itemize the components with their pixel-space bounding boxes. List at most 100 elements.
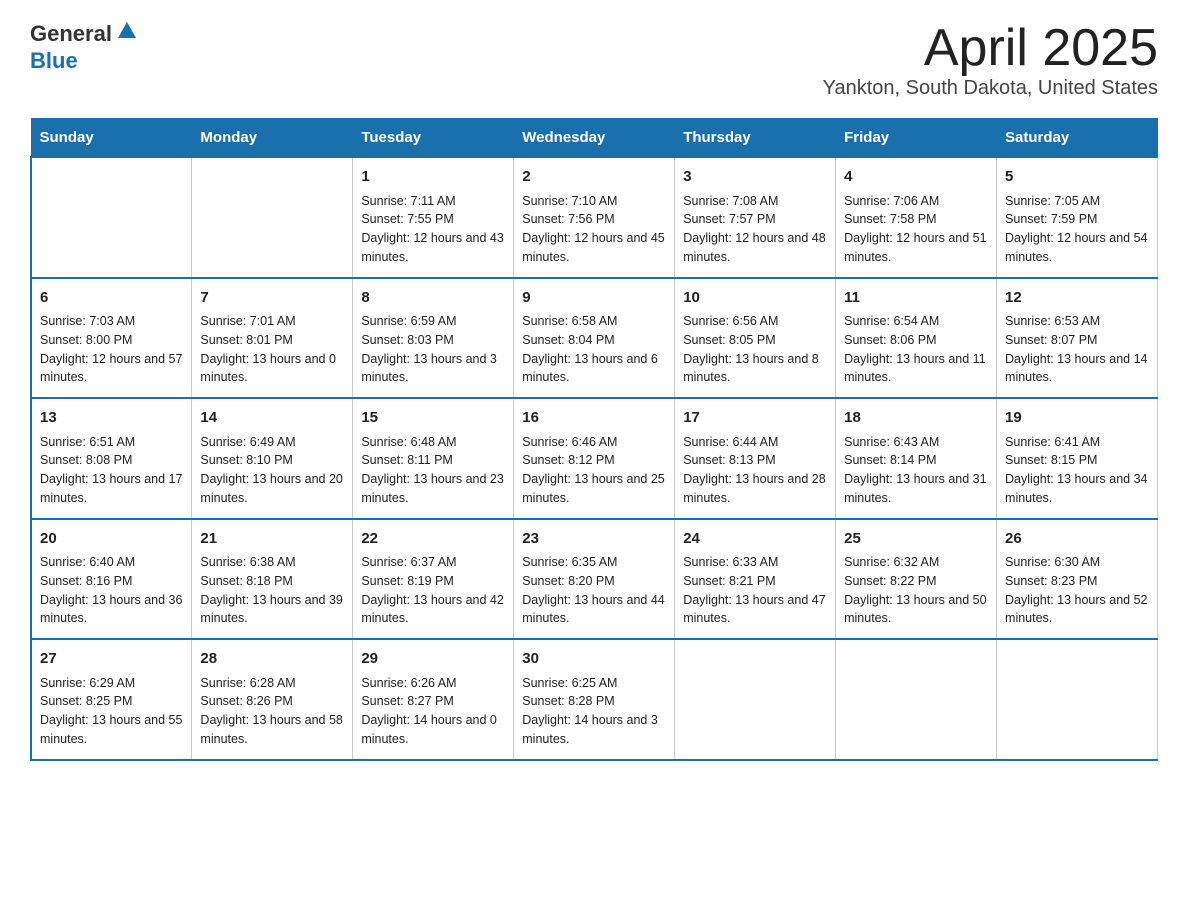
sun-info: Sunrise: 7:11 AMSunset: 7:55 PMDaylight:… <box>361 192 505 267</box>
logo-blue-text: Blue <box>30 48 78 74</box>
sun-info: Sunrise: 6:41 AMSunset: 8:15 PMDaylight:… <box>1005 433 1149 508</box>
week-row-1: 1 Sunrise: 7:11 AMSunset: 7:55 PMDaylight… <box>31 157 1158 278</box>
week-row-3: 13 Sunrise: 6:51 AMSunset: 8:08 PMDayligh… <box>31 398 1158 519</box>
sun-info: Sunrise: 6:29 AMSunset: 8:25 PMDaylight:… <box>40 674 183 749</box>
sun-info: Sunrise: 6:44 AMSunset: 8:13 PMDaylight:… <box>683 433 827 508</box>
logo: General Blue <box>30 20 138 74</box>
day-number: 27 <box>40 648 183 671</box>
day-cell: 15 Sunrise: 6:48 AMSunset: 8:11 PMDayligh… <box>353 398 514 519</box>
sun-info: Sunrise: 6:28 AMSunset: 8:26 PMDaylight:… <box>200 674 344 749</box>
day-cell: 22Sunrise: 6:37 AMSunset: 8:19 PMDayligh… <box>353 519 514 640</box>
sun-info: Sunrise: 6:25 AMSunset: 8:28 PMDaylight:… <box>522 674 666 749</box>
col-header-saturday: Saturday <box>997 119 1158 158</box>
day-cell: 30 Sunrise: 6:25 AMSunset: 8:28 PMDayligh… <box>514 639 675 760</box>
col-header-thursday: Thursday <box>675 119 836 158</box>
sun-info: Sunrise: 6:46 AMSunset: 8:12 PMDaylight:… <box>522 433 666 508</box>
day-cell <box>836 639 997 760</box>
day-number: 5 <box>1005 166 1149 189</box>
day-cell: 14 Sunrise: 6:49 AMSunset: 8:10 PMDayligh… <box>192 398 353 519</box>
sun-info: Sunrise: 6:59 AMSunset: 8:03 PMDaylight:… <box>361 312 505 387</box>
day-number: 1 <box>361 166 505 189</box>
sun-info: Sunrise: 7:01 AMSunset: 8:01 PMDaylight:… <box>200 312 344 387</box>
day-number: 18 <box>844 407 988 430</box>
sun-info: Sunrise: 6:48 AMSunset: 8:11 PMDaylight:… <box>361 433 505 508</box>
day-number: 10 <box>683 287 827 310</box>
day-cell: 26Sunrise: 6:30 AMSunset: 8:23 PMDayligh… <box>997 519 1158 640</box>
day-number: 14 <box>200 407 344 430</box>
sun-info: Sunrise: 6:33 AMSunset: 8:21 PMDaylight:… <box>683 553 827 628</box>
col-header-tuesday: Tuesday <box>353 119 514 158</box>
day-number: 24 <box>683 528 827 551</box>
day-number: 4 <box>844 166 988 189</box>
col-header-monday: Monday <box>192 119 353 158</box>
col-header-wednesday: Wednesday <box>514 119 675 158</box>
title-block: April 2025 Yankton, South Dakota, United… <box>823 20 1158 100</box>
day-number: 12 <box>1005 287 1149 310</box>
day-number: 9 <box>522 287 666 310</box>
sun-info: Sunrise: 6:35 AMSunset: 8:20 PMDaylight:… <box>522 553 666 628</box>
day-number: 19 <box>1005 407 1149 430</box>
day-cell: 19 Sunrise: 6:41 AMSunset: 8:15 PMDayligh… <box>997 398 1158 519</box>
day-number: 17 <box>683 407 827 430</box>
day-number: 2 <box>522 166 666 189</box>
sun-info: Sunrise: 6:43 AMSunset: 8:14 PMDaylight:… <box>844 433 988 508</box>
sun-info: Sunrise: 6:38 AMSunset: 8:18 PMDaylight:… <box>200 553 344 628</box>
day-number: 8 <box>361 287 505 310</box>
day-cell: 9Sunrise: 6:58 AMSunset: 8:04 PMDaylight… <box>514 278 675 399</box>
col-header-friday: Friday <box>836 119 997 158</box>
day-cell: 24Sunrise: 6:33 AMSunset: 8:21 PMDayligh… <box>675 519 836 640</box>
sun-info: Sunrise: 6:26 AMSunset: 8:27 PMDaylight:… <box>361 674 505 749</box>
sun-info: Sunrise: 6:54 AMSunset: 8:06 PMDaylight:… <box>844 312 988 387</box>
page-header: General Blue April 2025 Yankton, South D… <box>30 20 1158 100</box>
sun-info: Sunrise: 7:06 AMSunset: 7:58 PMDaylight:… <box>844 192 988 267</box>
day-number: 25 <box>844 528 988 551</box>
day-cell: 27 Sunrise: 6:29 AMSunset: 8:25 PMDayligh… <box>31 639 192 760</box>
sun-info: Sunrise: 6:32 AMSunset: 8:22 PMDaylight:… <box>844 553 988 628</box>
week-row-4: 20Sunrise: 6:40 AMSunset: 8:16 PMDayligh… <box>31 519 1158 640</box>
day-cell: 23Sunrise: 6:35 AMSunset: 8:20 PMDayligh… <box>514 519 675 640</box>
sun-info: Sunrise: 6:51 AMSunset: 8:08 PMDaylight:… <box>40 433 183 508</box>
page-subtitle: Yankton, South Dakota, United States <box>823 77 1158 100</box>
day-number: 16 <box>522 407 666 430</box>
day-cell: 20Sunrise: 6:40 AMSunset: 8:16 PMDayligh… <box>31 519 192 640</box>
page-title: April 2025 <box>823 20 1158 77</box>
week-row-2: 6Sunrise: 7:03 AMSunset: 8:00 PMDaylight… <box>31 278 1158 399</box>
day-cell: 11Sunrise: 6:54 AMSunset: 8:06 PMDayligh… <box>836 278 997 399</box>
sun-info: Sunrise: 7:10 AMSunset: 7:56 PMDaylight:… <box>522 192 666 267</box>
day-number: 26 <box>1005 528 1149 551</box>
day-cell: 12Sunrise: 6:53 AMSunset: 8:07 PMDayligh… <box>997 278 1158 399</box>
day-cell: 17 Sunrise: 6:44 AMSunset: 8:13 PMDayligh… <box>675 398 836 519</box>
day-cell: 13 Sunrise: 6:51 AMSunset: 8:08 PMDayligh… <box>31 398 192 519</box>
day-cell: 6Sunrise: 7:03 AMSunset: 8:00 PMDaylight… <box>31 278 192 399</box>
day-cell: 16 Sunrise: 6:46 AMSunset: 8:12 PMDayligh… <box>514 398 675 519</box>
day-number: 28 <box>200 648 344 671</box>
day-number: 3 <box>683 166 827 189</box>
col-header-sunday: Sunday <box>31 119 192 158</box>
day-number: 7 <box>200 287 344 310</box>
day-cell <box>31 157 192 278</box>
sun-info: Sunrise: 6:58 AMSunset: 8:04 PMDaylight:… <box>522 312 666 387</box>
day-cell: 5Sunrise: 7:05 AMSunset: 7:59 PMDaylight… <box>997 157 1158 278</box>
sun-info: Sunrise: 6:40 AMSunset: 8:16 PMDaylight:… <box>40 553 183 628</box>
day-number: 11 <box>844 287 988 310</box>
day-cell: 29 Sunrise: 6:26 AMSunset: 8:27 PMDayligh… <box>353 639 514 760</box>
sun-info: Sunrise: 6:37 AMSunset: 8:19 PMDaylight:… <box>361 553 505 628</box>
day-cell: 18 Sunrise: 6:43 AMSunset: 8:14 PMDayligh… <box>836 398 997 519</box>
sun-info: Sunrise: 7:08 AMSunset: 7:57 PMDaylight:… <box>683 192 827 267</box>
day-number: 13 <box>40 407 183 430</box>
calendar-table: SundayMondayTuesdayWednesdayThursdayFrid… <box>30 118 1158 761</box>
logo-general-text: General <box>30 21 112 47</box>
day-cell: 3 Sunrise: 7:08 AMSunset: 7:57 PMDaylight… <box>675 157 836 278</box>
sun-info: Sunrise: 6:49 AMSunset: 8:10 PMDaylight:… <box>200 433 344 508</box>
day-number: 15 <box>361 407 505 430</box>
day-cell: 21Sunrise: 6:38 AMSunset: 8:18 PMDayligh… <box>192 519 353 640</box>
day-number: 23 <box>522 528 666 551</box>
sun-info: Sunrise: 7:03 AMSunset: 8:00 PMDaylight:… <box>40 312 183 387</box>
sun-info: Sunrise: 6:30 AMSunset: 8:23 PMDaylight:… <box>1005 553 1149 628</box>
day-number: 6 <box>40 287 183 310</box>
day-cell <box>675 639 836 760</box>
day-number: 22 <box>361 528 505 551</box>
sun-info: Sunrise: 6:56 AMSunset: 8:05 PMDaylight:… <box>683 312 827 387</box>
day-number: 30 <box>522 648 666 671</box>
day-number: 29 <box>361 648 505 671</box>
